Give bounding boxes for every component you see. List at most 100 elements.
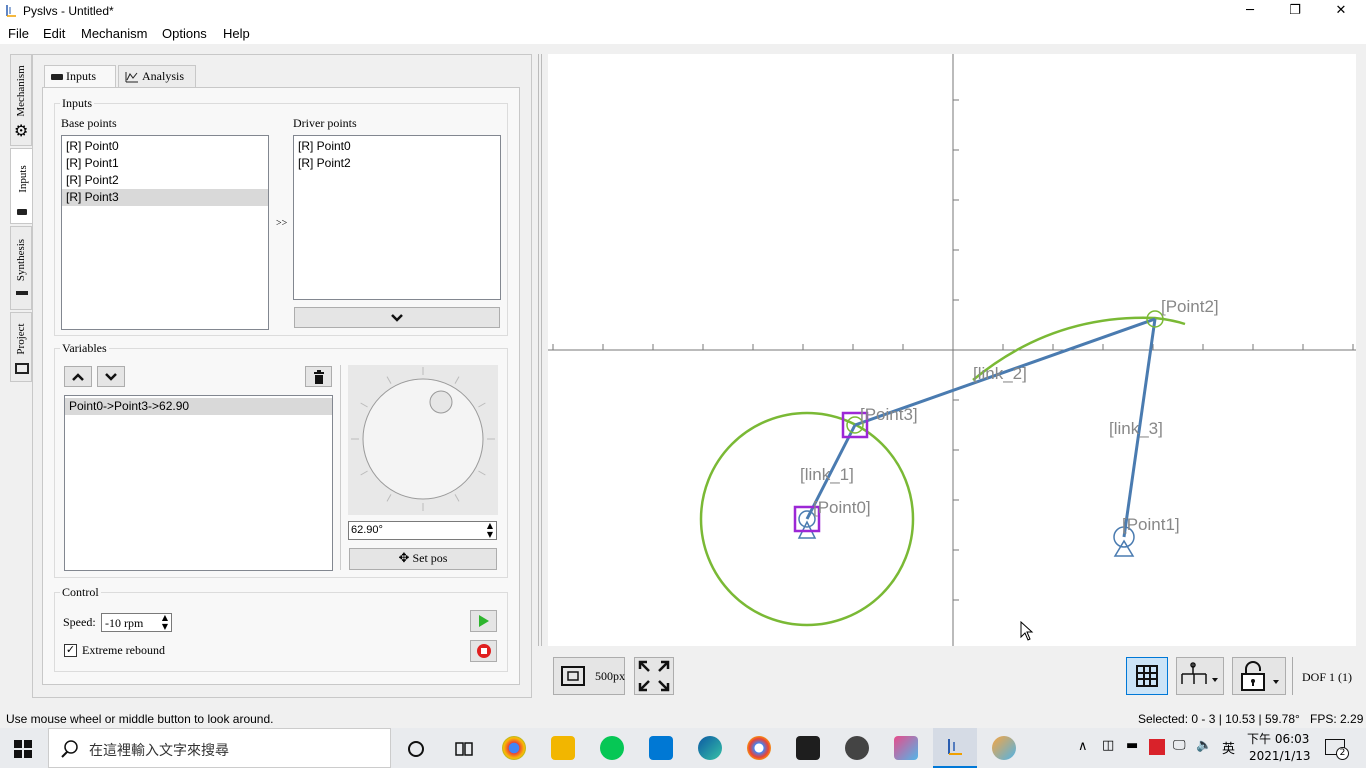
extreme-rebound-checkbox[interactable]: ✓: [64, 644, 77, 657]
dial-tick: [386, 494, 392, 502]
driver-points-list[interactable]: [R] Point0 [R] Point2: [293, 135, 501, 300]
network-icon[interactable]: 🖵: [1173, 738, 1186, 753]
angle-spinbox[interactable]: 62.90° ▲ ▼: [348, 521, 497, 540]
label-link3: [link_3]: [1109, 419, 1163, 438]
tab-inputs[interactable]: Inputs: [44, 65, 116, 88]
windows-start-icon[interactable]: [14, 740, 32, 758]
menu-help[interactable]: Help: [223, 26, 250, 41]
side-tab-mechanism[interactable]: Mechanism ⚙: [10, 54, 32, 146]
mechanism-drawing[interactable]: [Point0] [Point1] [Point2] [Point3] [lin…: [548, 54, 1356, 646]
control-group: [54, 592, 508, 672]
edge-icon[interactable]: [698, 736, 722, 760]
chrome-canary-icon[interactable]: [747, 736, 771, 760]
mail-icon[interactable]: [649, 736, 673, 760]
spin-arrows-icon[interactable]: ▲ ▼: [162, 613, 168, 631]
menu-mechanism[interactable]: Mechanism: [81, 26, 147, 41]
toolbar-divider: [1292, 657, 1293, 695]
menu-edit[interactable]: Edit: [43, 26, 65, 41]
side-tab-synthesis[interactable]: Synthesis: [10, 226, 32, 310]
dial-graphic: [351, 367, 495, 511]
side-tab-mechanism-label: Mechanism: [15, 65, 27, 117]
expand-button[interactable]: [294, 307, 500, 328]
list-item[interactable]: [R] Point2: [294, 155, 500, 172]
dial-tick: [360, 470, 368, 476]
camera-icon[interactable]: ◫: [1102, 738, 1114, 753]
add-driver-arrow[interactable]: >>: [276, 218, 287, 229]
move-up-button[interactable]: [64, 366, 92, 387]
fullscreen-button[interactable]: [634, 657, 674, 695]
driver-points-label: Driver points: [293, 116, 357, 130]
chrome-icon[interactable]: [502, 736, 526, 760]
list-item[interactable]: [R] Point3: [62, 189, 268, 206]
taskbar: 在這裡輸入文字來搜尋 ∧ ◫ ▬ 🖵 🔈 英 下午 06:03 2021/1/1…: [0, 728, 1366, 768]
terminal-icon[interactable]: [796, 736, 820, 760]
lock-button[interactable]: [1232, 657, 1286, 695]
variables-group-title: Variables: [60, 341, 109, 356]
plug-icon: [17, 209, 27, 215]
clock-time[interactable]: 下午 06:03: [1247, 730, 1309, 747]
base-points-list[interactable]: [R] Point0 [R] Point1 [R] Point2 [R] Point3: [61, 135, 269, 330]
ime-indicator[interactable]: 英: [1222, 738, 1235, 757]
angle-dial[interactable]: [348, 365, 498, 515]
taskbar-search[interactable]: 在這裡輸入文字來搜尋: [48, 728, 391, 768]
dial-tick: [454, 376, 460, 384]
restore-button[interactable]: ❐: [1272, 0, 1318, 24]
line-app-icon[interactable]: [600, 736, 624, 760]
zoom-to-fit-button[interactable]: 500px: [553, 657, 625, 695]
mechanism-canvas[interactable]: [Point0] [Point1] [Point2] [Point3] [lin…: [548, 54, 1356, 646]
menu-file[interactable]: File: [8, 26, 29, 41]
tab-inputs-label: Inputs: [66, 69, 96, 83]
list-item[interactable]: Point0->Point3->62.90: [65, 398, 332, 415]
task-view-icon[interactable]: [454, 739, 474, 759]
sphere-app-icon[interactable]: [845, 736, 869, 760]
tab-analysis-label: Analysis: [142, 69, 184, 83]
cortana-icon[interactable]: [406, 739, 426, 759]
dial-tick: [454, 494, 460, 502]
label-point1: [Point1]: [1122, 515, 1180, 534]
list-item[interactable]: [R] Point2: [62, 172, 268, 189]
list-item[interactable]: [R] Point0: [62, 138, 268, 155]
linkage-display-button[interactable]: [1176, 657, 1224, 695]
tray-chevron-icon[interactable]: ∧: [1078, 739, 1088, 754]
status-message: Use mouse wheel or middle button to look…: [6, 712, 274, 726]
label-link1: [link_1]: [800, 465, 854, 484]
search-icon: [61, 740, 78, 758]
delete-button[interactable]: [305, 366, 332, 387]
tab-analysis[interactable]: Analysis: [118, 65, 196, 87]
speed-spinbox[interactable]: -10 rpm ▲ ▼: [101, 613, 172, 632]
stop-icon: [476, 644, 491, 658]
set-pos-button[interactable]: ✥ Set pos: [349, 548, 497, 570]
stop-button[interactable]: [470, 640, 497, 662]
close-button[interactable]: ✕: [1318, 0, 1364, 24]
side-tab-project[interactable]: Project: [10, 312, 32, 382]
move-down-button[interactable]: [97, 366, 125, 387]
play-button[interactable]: [470, 610, 497, 632]
battery-icon[interactable]: ▬: [1126, 738, 1138, 753]
side-tab-project-label: Project: [15, 323, 27, 355]
label-point2: [Point2]: [1161, 297, 1219, 316]
minimize-button[interactable]: ─: [1227, 0, 1273, 24]
spin-arrows-icon[interactable]: ▲ ▼: [487, 521, 493, 539]
pyslvs-taskbar-button[interactable]: [933, 728, 977, 768]
dial-tick: [360, 402, 368, 408]
clock-date[interactable]: 2021/1/13: [1249, 749, 1311, 763]
list-item[interactable]: [R] Point1: [62, 155, 268, 172]
side-tab-inputs[interactable]: Inputs: [10, 148, 34, 224]
paint-icon[interactable]: [992, 736, 1016, 760]
control-group-title: Control: [60, 585, 101, 600]
splitter[interactable]: [538, 54, 542, 646]
list-item[interactable]: [R] Point0: [294, 138, 500, 155]
dial-tick: [386, 376, 392, 384]
volume-icon[interactable]: 🔈: [1196, 738, 1212, 753]
grid-toggle-button[interactable]: [1126, 657, 1168, 695]
antivirus-icon[interactable]: [1149, 739, 1165, 755]
chart-icon: [125, 72, 138, 83]
inputs-group-title: Inputs: [60, 96, 94, 111]
file-explorer-icon[interactable]: [551, 736, 575, 760]
selection-info: Selected: 0 - 3 | 10.53 | 59.78°: [1138, 712, 1300, 726]
notification-count: 2: [1336, 747, 1349, 760]
variables-list[interactable]: Point0->Point3->62.90: [64, 395, 333, 571]
menu-options[interactable]: Options: [162, 26, 207, 41]
git-app-icon[interactable]: [894, 736, 918, 760]
label-point3: [Point3]: [860, 405, 918, 424]
